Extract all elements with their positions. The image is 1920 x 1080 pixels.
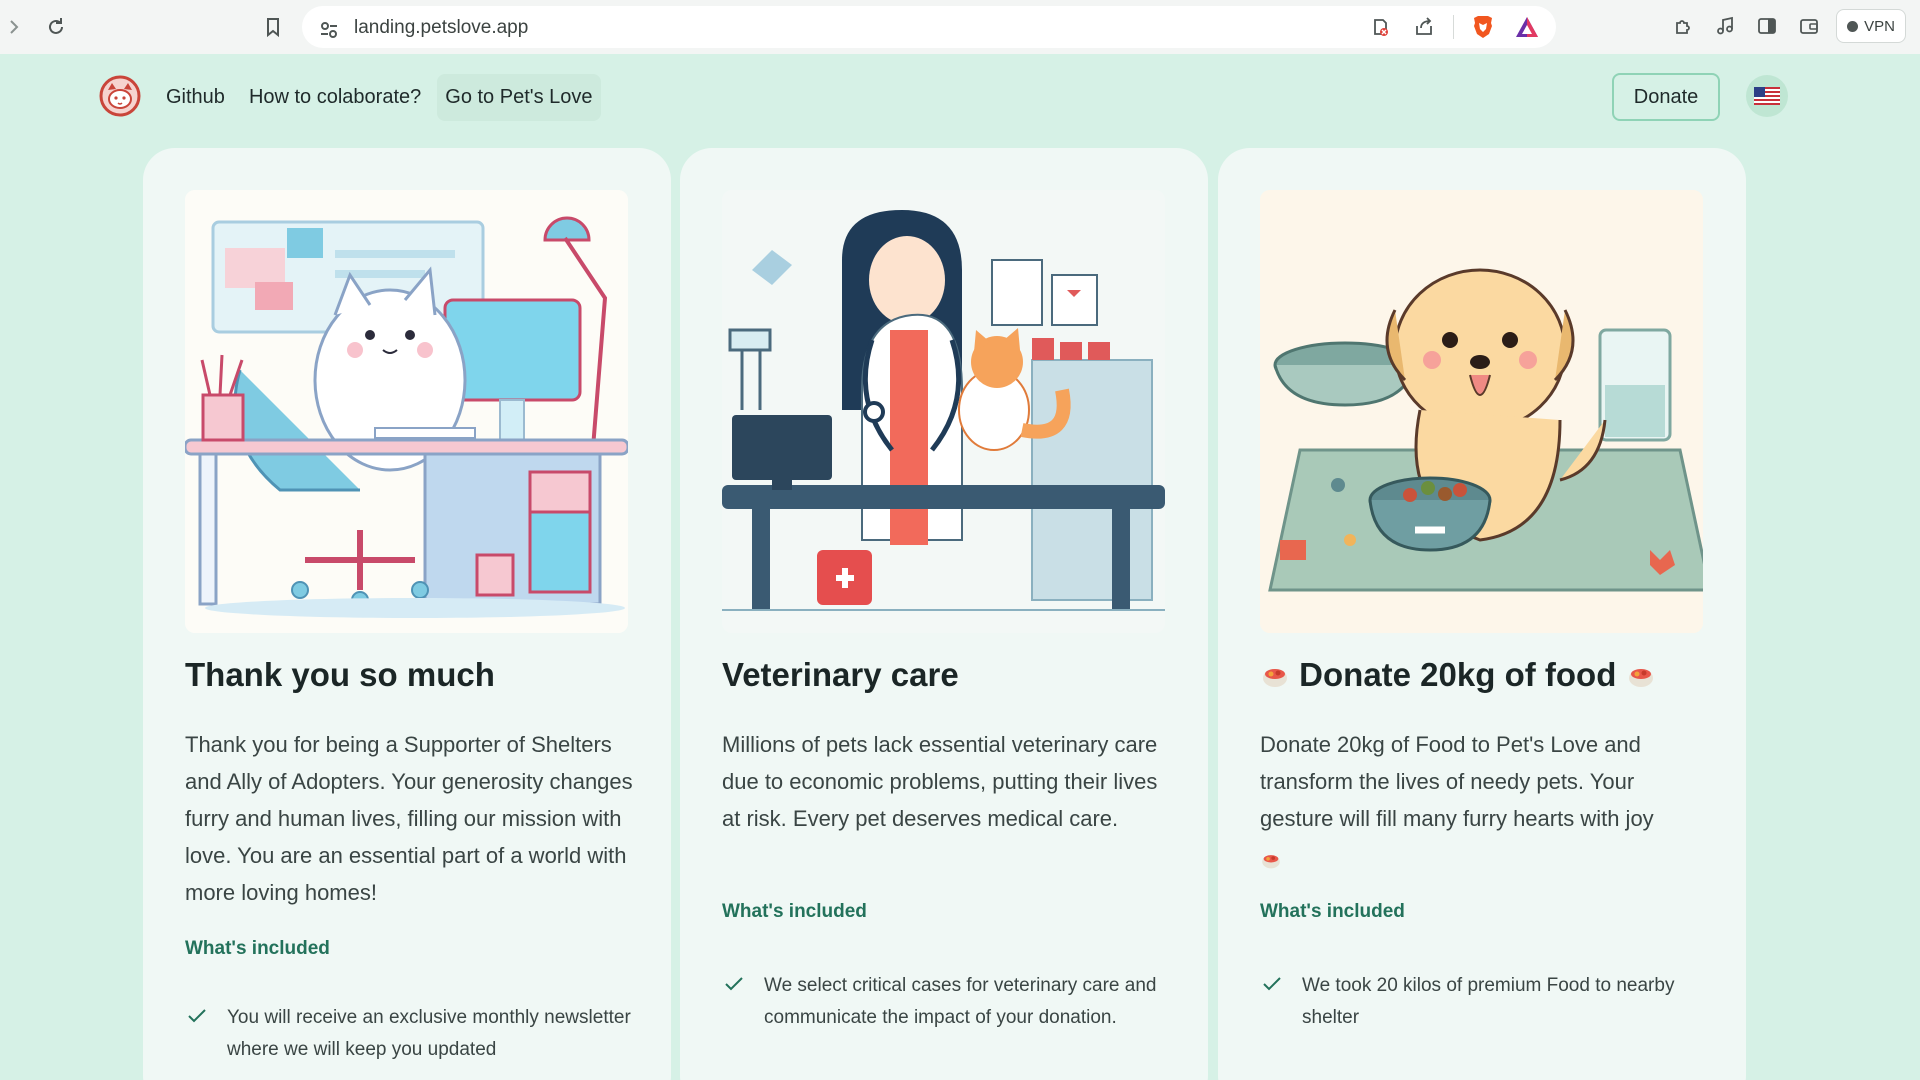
share-icon[interactable]: [1409, 12, 1439, 42]
cat-at-desk-illustration: [185, 190, 628, 633]
main-nav: Github How to colaborate? Go to Pet's Lo…: [158, 74, 601, 121]
card-description: Thank you for being a Supporter of Shelt…: [185, 732, 633, 905]
brave-rewards-icon[interactable]: [1512, 12, 1542, 42]
vpn-button[interactable]: VPN: [1836, 9, 1906, 43]
blocked-content-icon[interactable]: [1365, 12, 1395, 42]
bookmark-icon: [267, 18, 279, 38]
feature-text: You will receive an exclusive monthly ne…: [227, 1007, 631, 1060]
dog-with-food-illustration: [1260, 190, 1703, 633]
food-bowl-icon: [1626, 662, 1656, 692]
check-icon: [185, 1002, 211, 1066]
donate-button[interactable]: Donate: [1612, 73, 1720, 121]
vpn-label: VPN: [1864, 17, 1895, 35]
card-title: Thank you so much: [185, 656, 495, 693]
brave-shields-icon[interactable]: [1468, 12, 1498, 42]
card-title: Donate 20kg of food: [1260, 656, 1656, 694]
feature-item: We took 20 kilos of premium Food to near…: [1260, 970, 1710, 1034]
check-icon: [1260, 970, 1286, 1034]
card-description-text: Donate 20kg of Food to Pet's Love and tr…: [1260, 732, 1654, 831]
whats-included-label: What's included: [722, 901, 867, 922]
bookmark-button[interactable]: [255, 9, 291, 45]
petslove-logo[interactable]: [98, 74, 142, 118]
food-bowl-icon: [1260, 846, 1282, 869]
forward-button[interactable]: [0, 9, 28, 45]
separator: [1453, 15, 1454, 39]
card-title-text: Donate 20kg of food: [1299, 656, 1617, 693]
url-text[interactable]: landing.petslove.app: [354, 17, 528, 39]
check-icon: [722, 970, 748, 1034]
sidebar-icon[interactable]: [1752, 11, 1782, 41]
feature-item: We select critical cases for veterinary …: [722, 970, 1172, 1034]
nav-go-to-petslove[interactable]: Go to Pet's Love: [437, 74, 601, 121]
card-veterinary-care: Veterinary care Millions of pets lack es…: [680, 148, 1208, 1080]
vpn-status-icon: [1847, 20, 1859, 32]
feature-item: You will receive an exclusive monthly ne…: [185, 1002, 635, 1066]
reload-button[interactable]: [38, 9, 74, 45]
wallet-icon[interactable]: [1794, 11, 1824, 41]
card-description: Millions of pets lack essential veterina…: [722, 732, 1158, 831]
food-bowl-icon: [1260, 662, 1290, 692]
browser-toolbar: landing.petslove.app VPN: [0, 0, 1920, 54]
veterinarian-illustration: [722, 190, 1165, 633]
address-bar[interactable]: landing.petslove.app: [302, 6, 1556, 48]
card-donate-food: Donate 20kg of food Donate 20kg of Food …: [1218, 148, 1746, 1080]
card-title: Veterinary care: [722, 656, 959, 693]
nav-how-to-collaborate[interactable]: How to colaborate?: [241, 74, 429, 121]
us-flag-icon: [1754, 87, 1780, 105]
language-switcher[interactable]: [1746, 75, 1788, 117]
nav-github[interactable]: Github: [158, 74, 233, 121]
site-header: Github How to colaborate? Go to Pet's Lo…: [0, 54, 1920, 138]
whats-included-label: What's included: [185, 938, 330, 959]
feature-text: We select critical cases for veterinary …: [764, 975, 1157, 1028]
media-icon[interactable]: [1710, 11, 1740, 41]
card-thank-you: Thank you so much Thank you for being a …: [143, 148, 671, 1080]
card-description: Donate 20kg of Food to Pet's Love and tr…: [1260, 726, 1710, 874]
feature-text: We took 20 kilos of premium Food to near…: [1302, 975, 1675, 1028]
extensions-icon[interactable]: [1668, 11, 1698, 41]
site-settings-icon[interactable]: [314, 15, 344, 45]
whats-included-label: What's included: [1260, 901, 1405, 922]
reload-icon: [49, 18, 63, 34]
